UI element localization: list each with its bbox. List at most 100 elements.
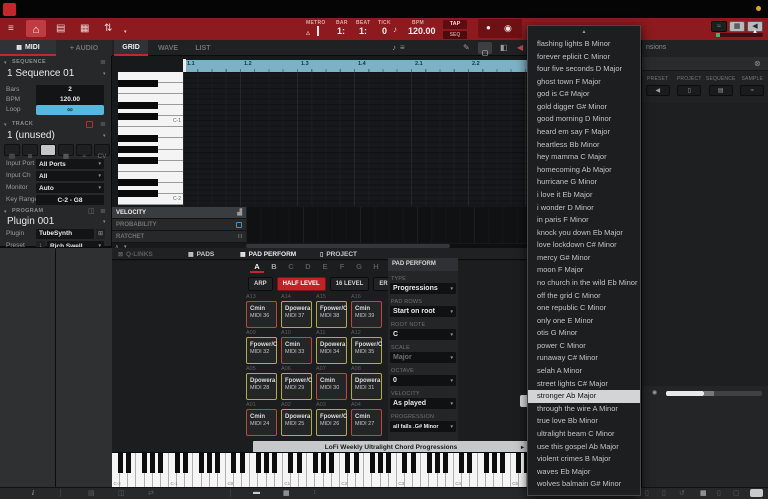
lane-velocity[interactable]: VELOCITY▟ bbox=[112, 207, 246, 219]
pad-button-half-level[interactable]: HALF LEVEL bbox=[277, 277, 326, 291]
progression-option[interactable]: gold digger G# Minor bbox=[528, 101, 640, 114]
program-name[interactable]: Plugin 001 bbox=[7, 216, 54, 227]
progression-option[interactable]: no church in the wild Eb Minor bbox=[528, 277, 640, 290]
track-type-keygroup-button[interactable]: ≣ bbox=[22, 144, 38, 156]
progression-option[interactable]: use this gospel Ab Major bbox=[528, 441, 640, 454]
piano-key-black[interactable] bbox=[345, 453, 350, 473]
track-type-midi-button[interactable]: ◒ bbox=[40, 144, 56, 156]
row-value[interactable]: C-2 - G8 bbox=[36, 195, 104, 205]
main-mode-button[interactable]: ⌂ bbox=[26, 20, 46, 37]
tab-list[interactable]: LIST bbox=[188, 40, 218, 56]
piano-key-black[interactable] bbox=[459, 453, 464, 473]
piano-key-black[interactable] bbox=[378, 453, 383, 473]
progression-option[interactable]: hey mamma C Major bbox=[528, 151, 640, 164]
progression-option[interactable]: stronger Ab Major bbox=[528, 390, 640, 403]
pad[interactable]: DpoweraMIDI 25 bbox=[281, 409, 312, 436]
collapse-icon[interactable]: ▾ bbox=[4, 60, 7, 66]
piano-key-black[interactable] bbox=[118, 135, 158, 142]
row-value[interactable]: All▾ bbox=[36, 171, 104, 181]
piano-key-black[interactable] bbox=[118, 113, 158, 120]
metronome-icon[interactable]: ▵ bbox=[306, 28, 310, 38]
piano-key-black[interactable] bbox=[118, 146, 158, 153]
pencil-tool-icon[interactable]: ✎ bbox=[463, 43, 470, 52]
pad[interactable]: DpoweraMIDI 37 bbox=[281, 301, 312, 328]
track-name[interactable]: 1 (unused) bbox=[7, 130, 55, 141]
pad-bank-g[interactable]: G bbox=[352, 262, 366, 271]
piano-key-black[interactable] bbox=[118, 179, 158, 186]
program-menu-icon[interactable]: ≣ bbox=[100, 207, 106, 215]
track-menu-icon[interactable]: ≣ bbox=[100, 120, 106, 128]
progression-option[interactable]: only one E Minor bbox=[528, 315, 640, 328]
seq-bpm-value[interactable]: 120.00 bbox=[36, 95, 104, 105]
progression-option[interactable]: power C Minor bbox=[528, 340, 640, 353]
tick-value[interactable]: 0 bbox=[382, 26, 387, 36]
piano-key-black[interactable] bbox=[329, 453, 334, 473]
piano-key-black[interactable] bbox=[354, 453, 359, 473]
browser-tab-fragment[interactable]: nsions bbox=[646, 44, 666, 51]
audio-interface-button[interactable]: ≈ bbox=[711, 21, 727, 32]
undo-icon[interactable]: ↺ bbox=[679, 489, 685, 497]
pad-bank-a[interactable]: A bbox=[250, 262, 264, 273]
progression-option[interactable]: moon F Major bbox=[528, 264, 640, 277]
tab-midi[interactable]: ▦MIDI bbox=[0, 40, 56, 56]
progression-option[interactable]: off the grid C Minor bbox=[528, 290, 640, 303]
progression-option[interactable]: runaway C# Minor bbox=[528, 352, 640, 365]
piano-key-black[interactable] bbox=[158, 453, 163, 473]
sequence-name[interactable]: 1 Sequence 01 bbox=[7, 68, 74, 79]
midi-monitor-button[interactable]: ▦ bbox=[729, 21, 745, 32]
pad-bank-e[interactable]: E bbox=[318, 262, 332, 271]
eraser-tool-icon[interactable]: ◧ bbox=[500, 43, 508, 52]
piano-key-black[interactable] bbox=[118, 453, 123, 473]
pad[interactable]: CminMIDI 33 bbox=[281, 337, 312, 364]
playhead[interactable] bbox=[183, 59, 186, 72]
piano-key-black[interactable] bbox=[256, 453, 261, 473]
chevron-down-icon[interactable]: ▾ bbox=[124, 27, 127, 37]
pad[interactable]: DpoweraMIDI 28 bbox=[246, 373, 277, 400]
chevron-down-icon[interactable]: ▾ bbox=[103, 71, 106, 77]
pad[interactable]: DpoweraMIDI 31 bbox=[351, 373, 382, 400]
piano-key-black[interactable] bbox=[411, 453, 416, 473]
pad[interactable]: Fpower/CMIDI 26 bbox=[316, 409, 347, 436]
collapse-icon[interactable]: ▾ bbox=[4, 122, 7, 128]
piano-key-black[interactable] bbox=[443, 453, 448, 473]
progression-option[interactable]: good morning D Minor bbox=[528, 113, 640, 126]
pad[interactable]: Fpower/CMIDI 35 bbox=[351, 337, 382, 364]
program-edit-icon[interactable]: ◫ bbox=[88, 207, 95, 215]
piano-key-black[interactable] bbox=[118, 190, 158, 197]
piano-key-black[interactable] bbox=[126, 453, 131, 473]
field-value[interactable]: all falls .G# Minor▾ bbox=[390, 421, 456, 432]
progression-option[interactable]: mercy G# Minor bbox=[528, 252, 640, 265]
progression-option[interactable]: street lights C# Major bbox=[528, 378, 640, 391]
pad[interactable]: CminMIDI 39 bbox=[351, 301, 382, 328]
pad-mixer-icon[interactable]: ▦ bbox=[80, 24, 89, 34]
pad[interactable]: CminMIDI 36 bbox=[246, 301, 277, 328]
list-lines-icon[interactable]: ≡ bbox=[400, 43, 405, 52]
progression-option[interactable]: i love it Eb Major bbox=[528, 189, 640, 202]
piano-key-black[interactable] bbox=[118, 157, 158, 164]
beat-value[interactable]: 1: bbox=[359, 26, 367, 36]
piano-key-black[interactable] bbox=[207, 453, 212, 473]
mute-speaker-icon[interactable]: ◀ bbox=[517, 43, 523, 52]
progression-option[interactable]: flashing lights B Minor bbox=[528, 38, 640, 51]
piano-key-black[interactable] bbox=[386, 453, 391, 473]
browser-filter-sample[interactable]: SAMPLE≈ bbox=[737, 72, 768, 102]
track-view-icon[interactable]: ▤ bbox=[56, 24, 65, 34]
track-type-drums-button[interactable]: ▤ bbox=[4, 144, 20, 156]
bpm-value[interactable]: 120.00 bbox=[408, 26, 436, 36]
pad[interactable]: CminMIDI 24 bbox=[246, 409, 277, 436]
box1-icon[interactable]: ▯ bbox=[717, 489, 721, 497]
field-value[interactable]: Major▾ bbox=[390, 352, 456, 363]
chat-icon[interactable] bbox=[750, 489, 763, 497]
progression-option[interactable]: knock you down Eb Major bbox=[528, 227, 640, 240]
track-type-cv-button[interactable]: CV bbox=[94, 144, 110, 156]
overdub-icon[interactable]: ◉ bbox=[504, 23, 512, 34]
field-value[interactable]: 0▾ bbox=[390, 375, 456, 386]
preview-speaker-icon[interactable]: ◉ bbox=[652, 389, 657, 396]
piano-key-black[interactable] bbox=[467, 453, 472, 473]
piano-key-black[interactable] bbox=[231, 453, 236, 473]
piano-key-black[interactable] bbox=[272, 453, 277, 473]
channel-mixer-icon[interactable]: ⇅ bbox=[104, 24, 112, 34]
piano-key-black[interactable] bbox=[183, 453, 188, 473]
pad[interactable]: Fpower/CMIDI 29 bbox=[281, 373, 312, 400]
mini-keys-icon[interactable]: ▬ bbox=[253, 489, 260, 496]
